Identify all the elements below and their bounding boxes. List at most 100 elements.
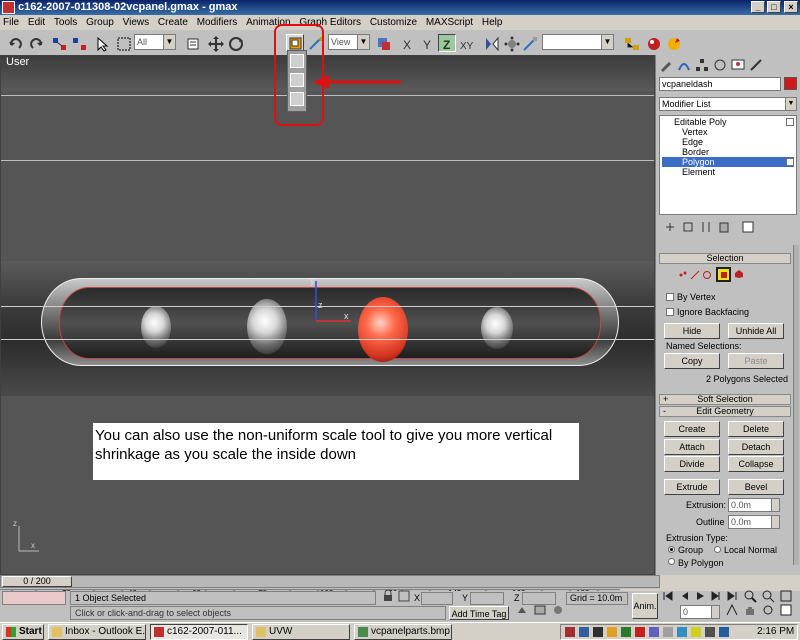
maximize-button[interactable]: □ xyxy=(767,1,781,13)
tray-icon[interactable] xyxy=(621,627,631,637)
bevel-button[interactable]: Bevel xyxy=(728,479,784,495)
attach-button[interactable]: Attach xyxy=(664,439,720,455)
menu-file[interactable]: File xyxy=(3,17,19,28)
tray-icon[interactable] xyxy=(579,627,589,637)
current-frame-field[interactable]: 0 xyxy=(680,605,720,619)
select-object-icon[interactable] xyxy=(92,34,110,52)
x-coord-field[interactable] xyxy=(421,592,453,605)
array-icon[interactable] xyxy=(502,34,520,52)
tray-icon[interactable] xyxy=(607,627,617,637)
reference-coordinate-dropdown[interactable]: View ▼ xyxy=(328,34,370,50)
detach-button[interactable]: Detach xyxy=(728,439,784,455)
local-normal-radio[interactable] xyxy=(714,546,721,553)
taskbar-item-gmax[interactable]: c162-2007-011... xyxy=(150,624,248,640)
menu-tools[interactable]: Tools xyxy=(54,17,77,28)
tray-icon[interactable] xyxy=(705,627,715,637)
by-vertex-checkbox[interactable] xyxy=(666,293,674,301)
clock[interactable]: 2:16 PM xyxy=(757,626,794,637)
menu-help[interactable]: Help xyxy=(482,17,503,28)
schematic-view-icon[interactable] xyxy=(622,34,640,52)
extrude-button[interactable]: Extrude xyxy=(664,479,720,495)
tray-icon[interactable] xyxy=(635,627,645,637)
selection-filter-dropdown[interactable]: All ▼ xyxy=(134,34,176,50)
material-editor-icon[interactable] xyxy=(644,34,662,52)
time-config-icon[interactable] xyxy=(532,602,550,620)
menu-create[interactable]: Create xyxy=(158,17,188,28)
command-panel-scrollbar[interactable] xyxy=(793,245,799,565)
collapse-button[interactable]: Collapse xyxy=(728,456,784,472)
unhide-all-button[interactable]: Unhide All xyxy=(728,323,784,339)
add-time-tag-button[interactable]: Add Time Tag xyxy=(449,606,509,620)
ignore-backfacing-checkbox[interactable] xyxy=(666,308,674,316)
restrict-x-button[interactable]: X xyxy=(398,34,416,52)
group-radio[interactable] xyxy=(668,546,675,553)
stack-item-element[interactable]: Element xyxy=(662,167,794,177)
stack-toggle-icon[interactable] xyxy=(786,118,794,126)
menu-group[interactable]: Group xyxy=(86,17,114,28)
modify-tab-icon[interactable] xyxy=(676,57,694,75)
close-button[interactable]: × xyxy=(784,1,798,13)
divide-button[interactable]: Divide xyxy=(664,456,720,472)
unlink-icon[interactable] xyxy=(70,34,88,52)
region-select-icon[interactable] xyxy=(114,34,132,52)
pivot-center-icon[interactable] xyxy=(374,34,392,52)
render-icon[interactable] xyxy=(664,34,682,52)
rotate-icon[interactable] xyxy=(226,34,244,52)
by-polygon-radio[interactable] xyxy=(668,558,675,565)
move-icon[interactable] xyxy=(206,34,224,52)
tray-icon[interactable] xyxy=(565,627,575,637)
hide-button[interactable]: Hide xyxy=(664,323,720,339)
copy-button[interactable]: Copy xyxy=(664,353,720,369)
tray-icon[interactable] xyxy=(691,627,701,637)
modifier-list-dropdown[interactable]: Modifier List ▼ xyxy=(659,97,797,111)
selection-rollout-header[interactable]: Selection xyxy=(659,253,791,264)
paste-button[interactable]: Paste xyxy=(728,353,784,369)
stack-item-editable-poly[interactable]: Editable Poly xyxy=(662,117,794,127)
select-link-icon[interactable] xyxy=(50,34,68,52)
transform-gizmo[interactable]: y z x xyxy=(306,276,356,336)
display-tab-icon[interactable] xyxy=(730,57,748,75)
pin-stack-icon[interactable] xyxy=(662,219,680,237)
spinner-arrows-icon[interactable] xyxy=(771,516,779,528)
align-icon[interactable] xyxy=(520,34,538,52)
create-tab-icon[interactable] xyxy=(658,57,676,75)
field-of-view-icon[interactable] xyxy=(724,602,742,620)
hierarchy-tab-icon[interactable] xyxy=(694,57,712,75)
stack-toggle-icon[interactable] xyxy=(786,158,794,166)
mirror-icon[interactable] xyxy=(482,34,500,52)
redo-icon[interactable] xyxy=(26,34,44,52)
element-mode-icon[interactable] xyxy=(734,269,744,282)
time-slider[interactable]: 0 / 200 xyxy=(0,575,660,589)
taskbar-item-vcpanelparts[interactable]: vcpanelparts.bmp ... xyxy=(354,624,452,640)
key-mode-icon[interactable] xyxy=(514,602,532,620)
object-color-swatch[interactable] xyxy=(784,77,797,90)
viewport-user[interactable]: User y z x You can also use the non-unif… xyxy=(0,55,655,575)
extrusion-spinner[interactable]: 0.0m xyxy=(728,498,780,512)
menu-maxscript[interactable]: MAXScript xyxy=(426,17,473,28)
stack-item-border[interactable]: Border xyxy=(662,147,794,157)
absolute-mode-icon[interactable] xyxy=(396,588,414,606)
start-button[interactable]: Start xyxy=(2,624,44,640)
pan-hand-icon[interactable] xyxy=(742,602,760,620)
select-by-name-icon[interactable] xyxy=(184,34,202,52)
restrict-z-button[interactable]: Z xyxy=(438,34,456,52)
maxscript-listener-mini[interactable] xyxy=(2,591,66,605)
minimize-button[interactable]: _ xyxy=(751,1,765,13)
spinner-arrows-icon[interactable] xyxy=(711,606,719,618)
menu-views[interactable]: Views xyxy=(123,17,150,28)
taskbar-item-uvw[interactable]: UVW xyxy=(252,624,350,640)
tray-icon[interactable] xyxy=(649,627,659,637)
maximize-viewport-icon[interactable] xyxy=(778,602,796,620)
restrict-xy-button[interactable]: XY xyxy=(458,34,476,52)
animate-button[interactable]: Anim. xyxy=(632,593,658,619)
restrict-y-button[interactable]: Y xyxy=(418,34,436,52)
edge-mode-icon[interactable] xyxy=(690,270,700,283)
tray-icon[interactable] xyxy=(719,627,729,637)
tray-icon[interactable] xyxy=(663,627,673,637)
create-button[interactable]: Create xyxy=(664,421,720,437)
soft-selection-rollout-header[interactable]: + Soft Selection xyxy=(659,394,791,405)
coordinates-icon[interactable] xyxy=(550,602,568,620)
undo-icon[interactable] xyxy=(6,34,24,52)
show-end-result-icon[interactable] xyxy=(680,219,698,237)
border-mode-icon[interactable] xyxy=(702,270,712,283)
